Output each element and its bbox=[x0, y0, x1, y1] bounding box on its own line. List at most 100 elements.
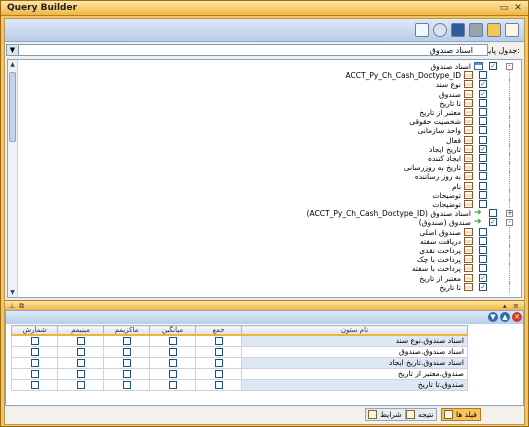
field-checkbox[interactable]: ✓ bbox=[479, 282, 487, 291]
tree-node[interactable]: ایجاد کننده bbox=[21, 153, 521, 164]
scroll-up-icon[interactable]: ▲ bbox=[8, 60, 17, 69]
move-down-icon[interactable]: ▼ bbox=[488, 312, 498, 322]
tree-node[interactable]: صندوق اصلی bbox=[21, 226, 521, 238]
tree-node[interactable]: + ➔ (ACCT_Py_Ch_Cash_Doctype_ID) اسناد صند… bbox=[21, 209, 521, 218]
tab-2[interactable]: شرایط bbox=[365, 408, 406, 421]
aggregate-checkbox[interactable] bbox=[76, 336, 85, 345]
base-table-select[interactable]: ▼ اسناد صندوق bbox=[6, 44, 488, 56]
open-icon[interactable] bbox=[487, 23, 501, 37]
pin-icon[interactable]: ⊥ bbox=[9, 302, 15, 310]
tree-node[interactable]: پرداخت با سفته bbox=[21, 263, 521, 275]
close-icon[interactable]: ✕ bbox=[512, 2, 524, 14]
preview-icon[interactable] bbox=[415, 23, 429, 37]
field-checkbox[interactable] bbox=[479, 255, 487, 264]
aggregate-checkbox[interactable] bbox=[76, 347, 85, 356]
grid-column-header[interactable]: جمع bbox=[195, 325, 242, 336]
move-up-icon[interactable]: ▲ bbox=[500, 312, 510, 322]
aggregate-checkbox[interactable] bbox=[30, 380, 39, 389]
aggregate-checkbox[interactable] bbox=[168, 347, 177, 356]
expand-toggle-icon[interactable]: - bbox=[506, 63, 513, 70]
field-checkbox[interactable]: ✓ bbox=[489, 218, 497, 227]
tree-node[interactable]: نام bbox=[21, 180, 521, 192]
tree-node[interactable]: معتبر از تاریخ bbox=[21, 107, 521, 118]
aggregate-checkbox[interactable] bbox=[168, 369, 177, 378]
save-icon[interactable] bbox=[451, 23, 465, 37]
aggregate-checkbox[interactable] bbox=[168, 336, 177, 345]
aggregate-checkbox[interactable] bbox=[168, 380, 177, 389]
settings-icon[interactable] bbox=[433, 23, 447, 37]
tree-node[interactable]: تا تاریخ bbox=[21, 97, 521, 109]
field-checkbox[interactable] bbox=[479, 181, 487, 190]
tree-node[interactable]: - ✓ ➔ (صندوق) صندوق bbox=[21, 218, 521, 227]
column-name-cell[interactable]: اسناد صندوق.تاریخ ایجاد bbox=[241, 356, 468, 369]
aggregate-checkbox[interactable] bbox=[214, 380, 223, 389]
restore-icon[interactable]: ▭ bbox=[498, 2, 510, 14]
aggregate-checkbox[interactable] bbox=[30, 336, 39, 345]
expand-toggle-icon[interactable]: + bbox=[506, 210, 513, 218]
table-row[interactable]: اسناد صندوق.تاریخ ایجاد bbox=[11, 356, 468, 369]
field-checkbox[interactable]: ✓ bbox=[479, 144, 487, 153]
column-name-cell[interactable]: اسناد صندوق.صندوق bbox=[241, 345, 468, 358]
table-row[interactable]: اسناد صندوق.صندوق bbox=[11, 345, 468, 358]
aggregate-checkbox[interactable] bbox=[76, 380, 85, 389]
tree-node[interactable]: - ✓ اسناد صندوق bbox=[21, 62, 521, 71]
column-name-cell[interactable]: اسناد صندوق.نوع سند bbox=[241, 334, 468, 347]
tree-node[interactable]: ACCT_Py_Ch_Cash_Doctype_ID bbox=[21, 70, 521, 82]
field-checkbox[interactable]: ✓ bbox=[479, 80, 487, 89]
field-checkbox[interactable]: ✓ bbox=[489, 62, 497, 70]
aggregate-checkbox[interactable] bbox=[168, 358, 177, 367]
new-icon[interactable] bbox=[505, 23, 519, 37]
tab-0[interactable]: فیلد ها bbox=[441, 408, 481, 421]
aggregate-checkbox[interactable] bbox=[122, 336, 131, 345]
field-checkbox[interactable] bbox=[479, 236, 487, 245]
aggregate-checkbox[interactable] bbox=[122, 358, 131, 367]
column-name-cell[interactable]: صندوق.معتبر از تاریخ bbox=[241, 367, 468, 380]
grid-column-header[interactable]: ماکزیمم bbox=[103, 325, 150, 336]
delete-icon[interactable]: ✕ bbox=[512, 312, 522, 322]
tree-node[interactable]: پرداخت نقدی bbox=[21, 245, 521, 256]
minimize-panel-icon[interactable]: ▴ bbox=[503, 302, 507, 310]
grid-column-header[interactable]: شمارش bbox=[11, 325, 58, 336]
tree-node[interactable]: شخصیت حقوقی bbox=[21, 116, 521, 128]
field-checkbox[interactable] bbox=[479, 126, 487, 135]
field-checkbox[interactable] bbox=[479, 98, 487, 107]
aggregate-checkbox[interactable] bbox=[76, 358, 85, 367]
table-row[interactable]: اسناد صندوق.نوع سند bbox=[11, 334, 468, 347]
aggregate-checkbox[interactable] bbox=[214, 336, 223, 345]
aggregate-checkbox[interactable] bbox=[122, 380, 131, 389]
scrollbar-thumb[interactable] bbox=[9, 72, 16, 142]
field-checkbox[interactable]: ✓ bbox=[479, 89, 487, 98]
field-checkbox[interactable] bbox=[479, 117, 487, 126]
field-checkbox[interactable] bbox=[479, 264, 487, 273]
field-checkbox[interactable] bbox=[479, 163, 487, 172]
field-checkbox[interactable] bbox=[489, 209, 497, 218]
table-row[interactable]: صندوق.معتبر از تاریخ bbox=[11, 367, 468, 380]
aggregate-checkbox[interactable] bbox=[76, 369, 85, 378]
expand-toggle-icon[interactable]: - bbox=[506, 219, 513, 227]
aggregate-checkbox[interactable] bbox=[214, 358, 223, 367]
tree-node[interactable]: توضیحات bbox=[21, 199, 521, 210]
tree-node[interactable]: پرداخت با چک bbox=[21, 254, 521, 266]
field-checkbox[interactable] bbox=[479, 227, 487, 236]
tree-node[interactable]: ✓ تا تاریخ bbox=[21, 281, 521, 293]
tree-node[interactable]: ✓ معتبر از تاریخ bbox=[21, 272, 521, 284]
aggregate-checkbox[interactable] bbox=[30, 358, 39, 367]
field-checkbox[interactable]: ✓ bbox=[479, 273, 487, 282]
tree-node[interactable]: دریافت سفته bbox=[21, 235, 521, 247]
field-checkbox[interactable] bbox=[479, 108, 487, 116]
tree-node[interactable]: ✓ صندوق bbox=[21, 88, 521, 100]
field-checkbox[interactable] bbox=[479, 71, 487, 80]
column-name-cell[interactable]: صندوق.تا تاریخ bbox=[241, 378, 468, 391]
aggregate-checkbox[interactable] bbox=[214, 347, 223, 356]
tree-node[interactable]: فعال bbox=[21, 134, 521, 146]
grid-column-header[interactable]: نام ستون bbox=[241, 325, 468, 336]
grid-column-header[interactable]: مینیمم bbox=[57, 325, 104, 336]
field-checkbox[interactable] bbox=[479, 172, 487, 181]
aggregate-checkbox[interactable] bbox=[122, 369, 131, 378]
field-checkbox[interactable] bbox=[479, 200, 487, 208]
aggregate-checkbox[interactable] bbox=[122, 347, 131, 356]
chevron-down-icon[interactable]: ▼ bbox=[7, 45, 19, 55]
table-row[interactable]: صندوق.تا تاریخ bbox=[11, 378, 468, 391]
panel-menu-icon[interactable]: ≡ bbox=[513, 302, 519, 310]
field-checkbox[interactable] bbox=[479, 190, 487, 199]
